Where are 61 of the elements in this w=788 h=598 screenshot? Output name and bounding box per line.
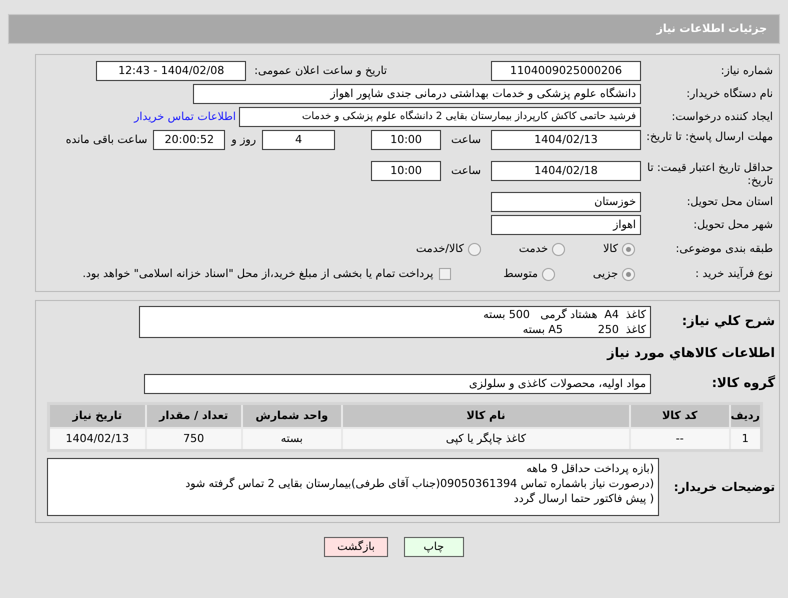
- column-header: کد کالا: [630, 403, 730, 428]
- text-field[interactable]: 4: [262, 130, 336, 150]
- field-label: مهلت ارسال پاسخ: تا تاریخ:: [645, 130, 774, 143]
- text-field[interactable]: 1404/02/18: [491, 161, 641, 181]
- field-label: استان محل تحویل:: [686, 194, 774, 210]
- text-area[interactable]: کاغذ A4 هشتاد گرمی 500 بسته کاغذ A5 250 بسته: [139, 306, 651, 338]
- field-label: طبقه بندی موضوعی:: [674, 240, 774, 257]
- text-field[interactable]: 10:00: [371, 130, 442, 150]
- field-label: گروه کالا:: [710, 374, 776, 393]
- print-button[interactable]: چاپ: [404, 536, 464, 556]
- text-field[interactable]: 20:00:52: [153, 130, 226, 150]
- checkbox-label: پرداخت تمام یا بخشی از مبلغ خرید،از محل "اسناد خزانه اسلامی" خواهد بود.: [82, 266, 434, 282]
- checkbox[interactable]: [439, 268, 452, 280]
- field-label: ساعت: [451, 132, 481, 148]
- field-label: نوع فرآیند خرید :: [694, 266, 774, 282]
- table-cell: 1: [730, 428, 762, 450]
- page-title: جزئیات اطلاعات نیاز: [656, 20, 767, 37]
- field-label: شماره نیاز:: [720, 62, 774, 79]
- field-label: توضیحات خریدار:: [672, 478, 776, 496]
- field-label: ساعت: [451, 163, 481, 179]
- radio-label: متوسط: [503, 266, 538, 282]
- field-label: شرح کلي نياز:: [680, 313, 776, 332]
- radio-button[interactable]: [468, 242, 481, 256]
- text-field[interactable]: دانشگاه علوم پزشکی و خدمات بهداشتی درمانی جندی شاپور اهواز: [193, 84, 641, 104]
- radio-label: جزیی: [592, 266, 618, 282]
- table-cell: بسته: [242, 428, 342, 450]
- text-field[interactable]: 1404/02/13: [491, 130, 641, 150]
- table-cell: --: [630, 428, 730, 450]
- column-header: تاریخ نیاز: [48, 403, 146, 428]
- text-field[interactable]: فرشید حاتمی کاکش کارپرداز بیمارستان بقایی 2 دانشگاه علوم پزشکی و خدمات: [239, 107, 641, 127]
- back-button[interactable]: بازگشت: [324, 536, 388, 556]
- text-field[interactable]: 10:00: [371, 161, 442, 181]
- field-label: ساعت باقی مانده: [66, 132, 148, 148]
- field-label: حداقل تاریخ اعتبار قیمت: تا تاریخ:: [646, 161, 774, 187]
- radio-button[interactable]: [542, 268, 555, 280]
- column-header: نام کالا: [342, 403, 630, 428]
- radio-label: کالا: [603, 240, 618, 257]
- radio-button[interactable]: [552, 242, 566, 256]
- field-label: شهر محل تحویل:: [692, 216, 774, 233]
- radio-label: کالا/خدمت: [416, 240, 464, 257]
- column-header: ردیف: [730, 403, 762, 428]
- text-field[interactable]: خوزستان: [491, 192, 641, 212]
- field-label: نام دستگاه خریدار:: [685, 86, 774, 102]
- radio-button[interactable]: [622, 268, 635, 280]
- column-header: تعداد / مقدار: [146, 403, 242, 428]
- text-area[interactable]: (بازه پرداخت حداقل 9 ماهه (درصورت نیاز باشماره تماس 09050361394(جناب آقای طرفی)بیمارستان بقایی 2 تماس گرفته شود ( پیش فاکتور حتما ارسال گردد: [47, 458, 659, 516]
- text-field[interactable]: اهواز: [491, 215, 641, 235]
- radio-button[interactable]: [622, 242, 635, 256]
- text-field[interactable]: مواد اولیه، محصولات کاغذی و سلولزی: [144, 374, 651, 394]
- text-field[interactable]: 1404/02/08 - 12:43: [96, 61, 246, 81]
- buyer-contact-link[interactable]: اطلاعات تماس خریدار: [134, 108, 236, 126]
- column-header: واحد شمارش: [242, 403, 342, 428]
- table-cell: کاغذ چاپگر یا کپی: [342, 428, 630, 450]
- table-cell: 750: [146, 428, 242, 450]
- field-label: تاریخ و ساعت اعلان عمومی:: [254, 62, 387, 79]
- text-field[interactable]: 1104009025000206: [491, 61, 641, 81]
- section-heading: اطلاعات كالاهاي مورد نياز: [607, 345, 776, 363]
- radio-label: خدمت: [518, 240, 548, 257]
- field-label: روز و: [231, 132, 256, 148]
- table-cell: 1404/02/13: [48, 428, 146, 450]
- field-label: ایجاد کننده درخواست:: [670, 108, 774, 125]
